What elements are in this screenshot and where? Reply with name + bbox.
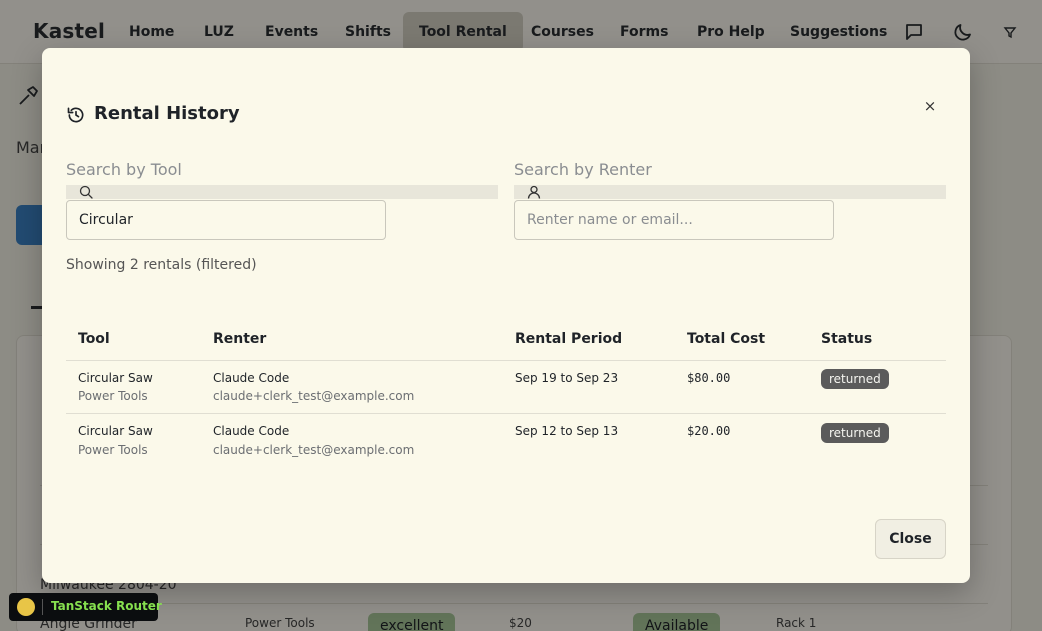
- close-icon[interactable]: ×: [918, 95, 942, 119]
- row1-tool-name: Circular Saw: [78, 371, 153, 385]
- search-renter-label: Search by Renter: [514, 160, 652, 179]
- row2-renter-name: Claude Code: [213, 424, 290, 438]
- rental-history-dialog: × Rental History Search by Tool Search b…: [42, 48, 970, 583]
- row2-status-badge: returned: [821, 423, 889, 443]
- row2-renter-email: claude+clerk_test@example.com: [213, 443, 415, 457]
- row1-renter-email: claude+clerk_test@example.com: [213, 389, 415, 403]
- table-row-divider: [66, 413, 946, 414]
- column-header-status: Status: [821, 331, 873, 347]
- row1-total-cost: $80.00: [687, 371, 731, 385]
- dialog-title: Rental History: [94, 103, 240, 124]
- row2-total-cost: $20.00: [687, 424, 731, 438]
- router-devtools-toggle[interactable]: TanStack Router: [9, 593, 162, 621]
- column-header-total-cost: Total Cost: [687, 331, 766, 347]
- search-renter-input[interactable]: [514, 200, 834, 240]
- history-icon: [67, 107, 84, 123]
- row2-tool-category: Power Tools: [78, 443, 148, 457]
- search-tool-icon-strip: [66, 185, 498, 199]
- search-tool-input[interactable]: [66, 200, 386, 240]
- close-button[interactable]: Close: [875, 519, 946, 559]
- row1-renter-name: Claude Code: [213, 371, 290, 385]
- devtools-divider: [42, 599, 43, 615]
- column-header-renter: Renter: [213, 331, 267, 347]
- row1-tool-category: Power Tools: [78, 389, 148, 403]
- table-header-divider: [66, 360, 946, 361]
- search-renter-icon-strip: [514, 185, 946, 199]
- row2-rental-period: Sep 12 to Sep 13: [515, 424, 619, 438]
- row2-tool-name: Circular Saw: [78, 424, 153, 438]
- tanstack-logo-icon: [17, 598, 35, 616]
- column-header-rental-period: Rental Period: [515, 331, 623, 347]
- search-tool-label: Search by Tool: [66, 160, 182, 179]
- devtools-label: TanStack Router: [51, 599, 162, 613]
- search-icon: [79, 185, 93, 199]
- row1-status-badge: returned: [821, 369, 889, 389]
- row1-rental-period: Sep 19 to Sep 23: [515, 371, 619, 385]
- user-icon: [527, 185, 541, 199]
- results-count: Showing 2 rentals (filtered): [66, 257, 257, 273]
- column-header-tool: Tool: [78, 331, 110, 347]
